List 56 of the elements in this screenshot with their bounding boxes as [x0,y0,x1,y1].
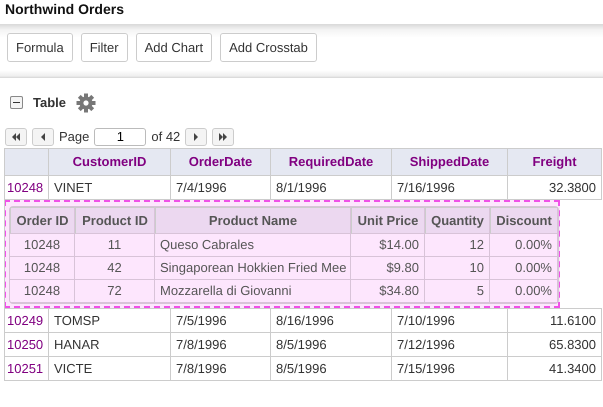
window-title: Northwind Orders [4,0,126,19]
table-cell: $9.80 [351,257,425,280]
table-cell: TOMSP [48,308,170,332]
column-header[interactable]: Quantity [425,207,490,234]
table-cell: Queso Cabrales [155,234,351,257]
table-cell: 11 [75,234,155,257]
column-header[interactable]: Product ID [75,207,155,234]
page-field[interactable]: 1 [94,128,146,146]
table-cell: 7/10/1996 [392,308,508,332]
column-header[interactable]: Product Name [155,207,351,234]
column-header[interactable]: Discount [490,207,558,234]
table-cell: 7/5/1996 [170,308,270,332]
settings-icon[interactable] [76,92,96,112]
toolbar-button[interactable]: Formula [7,33,73,62]
table-cell: 10 [425,257,490,280]
double-arrow-icon [11,133,21,141]
table-cell: 10248 [10,257,75,280]
table-cell: 72 [75,280,155,303]
table-cell: 5 [425,280,490,303]
toolbar-button[interactable]: Filter [80,33,128,62]
table-cell: 0.00% [490,257,558,280]
table-cell: 41.3400 [508,356,602,380]
toolbar-button[interactable]: Add Crosstab [220,33,317,62]
table-cell: 7/12/1996 [392,332,508,356]
double-arrow-icon [218,133,228,141]
table-cell: Singaporean Hokkien Fried Mee [155,257,351,280]
last-page-button[interactable] [212,128,234,146]
section-title: Table [33,94,66,112]
toolbar-button[interactable]: Add Chart [136,33,212,62]
table-cell: 10248 [10,280,75,303]
page-count: of 42 [151,128,180,146]
table-cell: $14.00 [351,234,425,257]
column-header[interactable]: Unit Price [351,207,425,234]
table-cell: 7/8/1996 [170,356,270,380]
table-cell: Mozzarella di Giovanni [155,280,351,303]
table-cell: 0.00% [490,234,558,257]
next-page-button[interactable] [185,128,208,146]
previous-page-button[interactable] [32,128,54,146]
table-cell: 8/16/1996 [270,308,392,332]
table-cell: 42 [75,257,155,280]
table-cell: 10248 [10,234,75,257]
table-cell: $34.80 [351,280,425,303]
table-cell: 0.00% [490,280,558,303]
table-cell: VICTE [48,356,170,380]
table-cell: 7/8/1996 [170,332,270,356]
page-label: Page [59,128,90,146]
table-cell: 12 [425,234,490,257]
table-cell: 8/5/1996 [270,332,392,356]
table-cell: 8/5/1996 [270,356,392,380]
table-cell: 11.6100 [508,308,602,332]
table-cell: 7/15/1996 [392,356,508,380]
column-header[interactable]: Order ID [10,207,75,234]
collapse-icon[interactable] [10,96,23,109]
first-page-button[interactable] [5,128,27,146]
table-cell: 65.8300 [508,332,602,356]
table-cell: HANAR [48,332,170,356]
